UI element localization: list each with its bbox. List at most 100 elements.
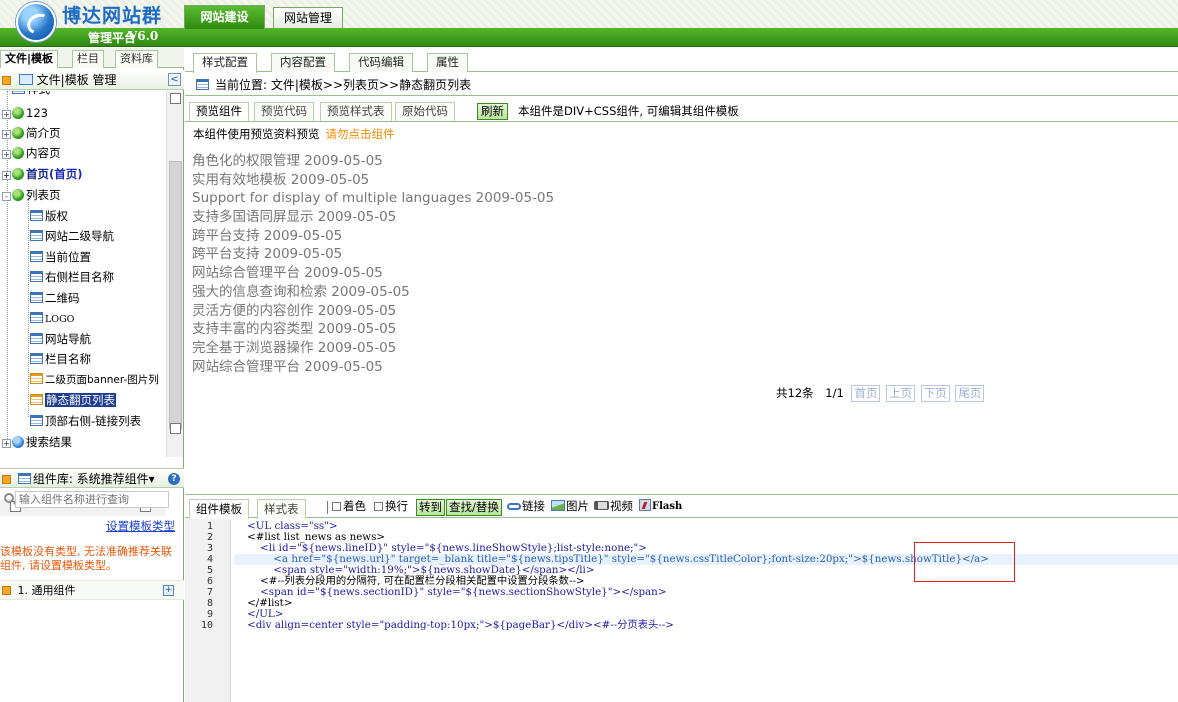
tab-original-code[interactable]: 原始代码 <box>395 102 455 121</box>
tree-node-home[interactable]: + 首页(首页) <box>2 164 83 184</box>
component-search-input[interactable] <box>15 491 169 508</box>
prev-page-button[interactable]: 上页 <box>886 385 916 402</box>
flash-button[interactable]: Flash <box>639 499 682 516</box>
tree-node-intro[interactable]: + 简介页 <box>2 123 61 143</box>
tree-node-123[interactable]: +123 <box>2 103 48 123</box>
tree-node-content[interactable]: + 内容页 <box>2 143 61 163</box>
template-icon <box>30 373 43 384</box>
template-icon <box>30 333 43 344</box>
expand-toggle[interactable]: + <box>2 171 11 180</box>
preview-info: 本组件使用预览资料预览 请勿点击组件 <box>193 127 395 141</box>
tree-node-style[interactable]: 样式 <box>12 91 50 99</box>
list-item[interactable]: 强大的信息查询和检索 2009-05-05 <box>192 283 892 302</box>
tree-node-static-paging-list[interactable]: 静态翻页列表 <box>30 390 116 410</box>
goto-button[interactable]: 转到 <box>416 499 445 516</box>
pager-total: 共12条 <box>776 386 814 400</box>
list-item[interactable]: 实用有效地模板 2009-05-05 <box>192 171 892 190</box>
scroll-thumb[interactable] <box>169 161 182 429</box>
component-library-title[interactable]: 组件库: 系统推荐组件▾ <box>33 472 155 486</box>
code-editor[interactable]: 1 2 3 4 5 6 7 8 9 10 <UL class="ss"> <#l… <box>185 519 1178 702</box>
find-replace-button[interactable]: 查找/替换 <box>446 499 502 516</box>
tab-site-build[interactable]: 网站建设 <box>184 5 265 29</box>
scroll-up-arrow[interactable] <box>170 93 181 104</box>
scroll-down-arrow[interactable] <box>170 423 181 434</box>
tree-header-title: 文件|模板 管理 <box>36 73 117 87</box>
template-icon <box>30 230 43 241</box>
tree-node-sub-nav[interactable]: 网站二级导航 <box>30 226 114 246</box>
first-page-button[interactable]: 首页 <box>851 385 881 402</box>
tab-properties[interactable]: 属性 <box>427 53 468 72</box>
list-item[interactable]: 支持丰富的内容类型 2009-05-05 <box>192 320 892 339</box>
video-button[interactable]: 视频 <box>594 499 633 516</box>
tree-node-location[interactable]: 当前位置 <box>30 247 91 267</box>
tab-library[interactable]: 资料库 <box>115 50 158 68</box>
refresh-button[interactable]: 刷新 <box>477 103 508 120</box>
list-item[interactable]: 网站综合管理平台 2009-05-05 <box>192 358 892 377</box>
app-header: 博达网站群 管理平台 V6.0 网站建设 网站管理 <box>0 0 1178 47</box>
tree-node-copyright[interactable]: 版权 <box>30 206 68 226</box>
tree-node-logo[interactable]: LOGO <box>30 308 74 328</box>
left-panel: 文件|模板 栏目 资料库 文件|模板 管理 < 样式 +123 +简介页 +内容… <box>0 48 184 702</box>
component-category-general[interactable]: 1. 通用组件 + <box>0 580 184 600</box>
tree-scrollbar[interactable] <box>166 91 183 457</box>
set-template-type-link[interactable]: 设置模板类型 <box>106 518 175 534</box>
tree-node-site-nav[interactable]: 网站导航 <box>30 329 91 349</box>
tab-columns[interactable]: 栏目 <box>72 50 104 68</box>
tab-code-edit[interactable]: 代码编辑 <box>349 53 413 72</box>
list-item[interactable]: 角色化的权限管理 2009-05-05 <box>192 152 892 171</box>
expand-toggle[interactable]: + <box>2 130 11 139</box>
tab-files-templates[interactable]: 文件|模板 <box>0 50 59 68</box>
collapse-toggle[interactable]: - <box>2 192 11 201</box>
tab-stylesheet[interactable]: 样式表 <box>257 499 306 519</box>
last-page-button[interactable]: 尾页 <box>955 385 985 402</box>
tab-style-config[interactable]: 样式配置 <box>193 53 257 73</box>
component-library-header[interactable]: 组件库: 系统推荐组件▾ ? <box>0 468 184 488</box>
code-line[interactable]: <div align=center style="padding-top:10p… <box>234 620 674 631</box>
list-item[interactable]: 跨平台支持 2009-05-05 <box>192 245 892 264</box>
logo-version: V6.0 <box>128 29 159 43</box>
expand-toggle[interactable]: + <box>2 110 11 119</box>
link-button[interactable]: 链接 <box>507 499 545 516</box>
tree-node-top-right-links[interactable]: 顶部右侧-链接列表 <box>30 411 141 431</box>
collapse-panel-button[interactable]: < <box>168 73 181 86</box>
header-bar <box>0 28 1178 47</box>
expand-toggle[interactable]: + <box>2 150 11 159</box>
next-page-button[interactable]: 下页 <box>920 385 950 402</box>
category-icon <box>2 586 11 595</box>
tree-node-column-name[interactable]: 栏目名称 <box>30 349 91 369</box>
color-checkbox[interactable] <box>332 502 341 511</box>
help-icon[interactable]: ? <box>168 473 180 485</box>
template-icon <box>30 415 43 426</box>
expand-category-button[interactable]: + <box>163 585 174 596</box>
template-icon <box>30 271 43 282</box>
tab-site-manage[interactable]: 网站管理 <box>273 7 343 28</box>
library-icon <box>17 473 31 484</box>
tab-preview-code[interactable]: 预览代码 <box>254 102 314 121</box>
tree-node-search-results[interactable]: + 搜索结果 <box>2 432 72 452</box>
code-line[interactable]: <span id="${news.sectionID}" style="${ne… <box>234 587 666 598</box>
tab-content-config[interactable]: 内容配置 <box>271 53 335 72</box>
tree-node-banner-list[interactable]: 二级页面banner-图片列 <box>30 370 159 390</box>
list-item[interactable]: 跨平台支持 2009-05-05 <box>192 227 892 246</box>
list-item[interactable]: 完全基于浏览器操作 2009-05-05 <box>192 339 892 358</box>
tab-preview-stylesheet[interactable]: 预览样式表 <box>320 102 392 121</box>
location-icon <box>196 79 209 90</box>
wrap-toggle[interactable]: 换行 <box>374 499 408 516</box>
template-icon <box>30 251 43 262</box>
tree-node-list-page[interactable]: - 列表页 <box>2 185 61 205</box>
tree-node-right-column-name[interactable]: 右侧栏目名称 <box>30 267 114 287</box>
tree-node-qrcode[interactable]: 二维码 <box>30 288 80 308</box>
image-button[interactable]: 图片 <box>551 499 589 516</box>
tab-component-template[interactable]: 组件模板 <box>189 499 249 519</box>
main-tabs: 样式配置 内容配置 代码编辑 属性 <box>185 48 1178 73</box>
template-icon <box>30 312 43 323</box>
list-item[interactable]: 灵活方便的内容创作 2009-05-05 <box>192 302 892 321</box>
expand-toggle[interactable]: + <box>2 439 11 448</box>
tab-preview-component[interactable]: 预览组件 <box>189 102 249 121</box>
globe-icon <box>12 147 24 159</box>
list-item[interactable]: Support for display of multiple language… <box>192 189 892 208</box>
list-item[interactable]: 支持多国语同屏显示 2009-05-05 <box>192 208 892 227</box>
wrap-checkbox[interactable] <box>374 502 383 511</box>
color-toggle[interactable]: 着色 <box>332 499 366 516</box>
list-item[interactable]: 网站综合管理平台 2009-05-05 <box>192 264 892 283</box>
